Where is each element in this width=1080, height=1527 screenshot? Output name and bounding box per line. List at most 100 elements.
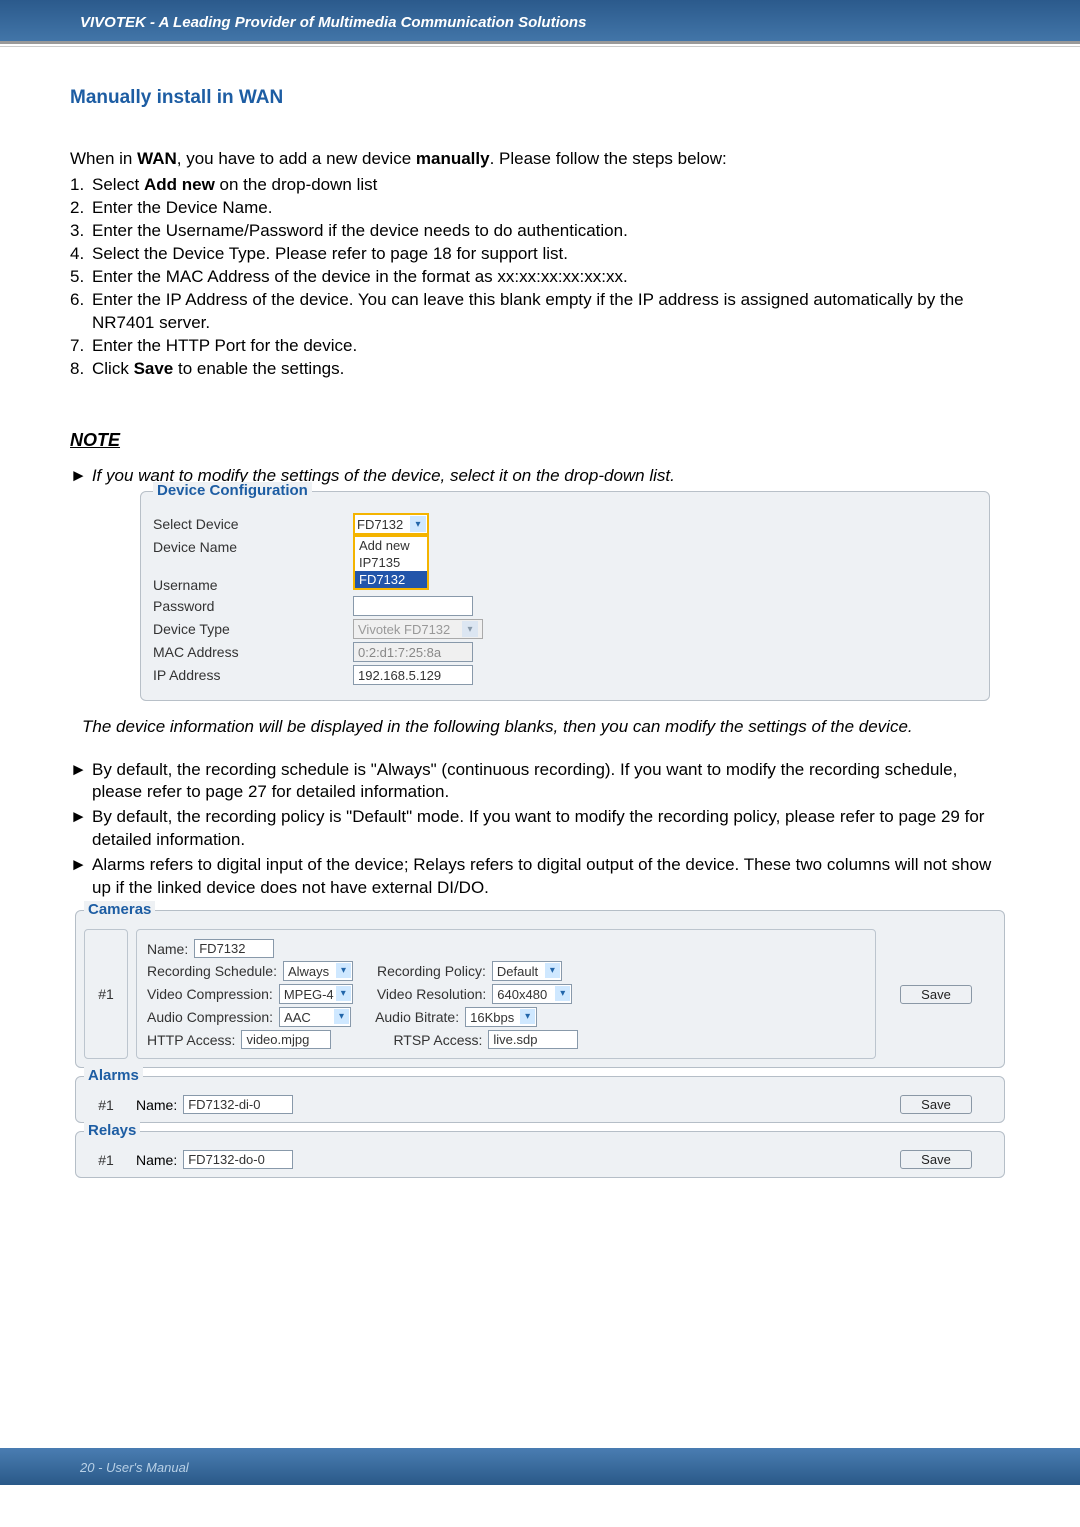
header-title: VIVOTEK - A Leading Provider of Multimed… [80, 14, 586, 31]
http-label: HTTP Access: [147, 1032, 235, 1048]
chevron-down-icon: ▾ [410, 516, 426, 532]
relay-name-input[interactable] [183, 1150, 293, 1169]
bullet-list: ►By default, the recording schedule is "… [70, 759, 1010, 901]
rtsp-label: RTSP Access: [393, 1032, 482, 1048]
alarm-name-input[interactable] [183, 1095, 293, 1114]
step-text: Enter the Device Name. [92, 197, 1010, 220]
step-1: 1.Select Add new on the drop-down list [70, 174, 1010, 197]
step-num: 2. [70, 197, 92, 220]
camera-save-button[interactable]: Save [900, 985, 972, 1004]
select-value: Vivotek FD7132 [358, 622, 450, 637]
select-device-dropdown[interactable]: FD7132 ▾ Add new IP7135 FD7132 [353, 513, 429, 535]
intro-wan: WAN [137, 149, 177, 168]
rec-policy-select[interactable]: Default▾ [492, 961, 562, 981]
row-device-name: Device Name [153, 539, 977, 555]
chevron-down-icon: ▾ [334, 1009, 349, 1024]
row-ip: IP Address [153, 665, 977, 685]
ip-input[interactable] [353, 665, 473, 685]
row-mac: MAC Address [153, 642, 977, 662]
dropdown-option[interactable]: IP7135 [355, 554, 427, 571]
rtsp-access-input[interactable] [488, 1030, 578, 1049]
aud-comp-select[interactable]: AAC▾ [279, 1007, 351, 1027]
chevron-down-icon: ▾ [336, 963, 351, 978]
row-select-device: Select Device FD7132 ▾ Add new IP7135 FD… [153, 513, 977, 535]
label: Select Device [153, 516, 353, 532]
panel-legend: Device Configuration [153, 482, 312, 499]
step-4: 4.Select the Device Type. Please refer t… [70, 243, 1010, 266]
camera-name-input[interactable] [194, 939, 274, 958]
bullet-text: By default, the recording policy is "Def… [92, 806, 1010, 852]
arrow-icon: ► [70, 759, 92, 805]
step-num: 5. [70, 266, 92, 289]
aud-comp-label: Audio Compression: [147, 1009, 273, 1025]
chevron-down-icon: ▾ [520, 1009, 535, 1024]
step-text: Enter the HTTP Port for the device. [92, 335, 1010, 358]
note-heading: NOTE [70, 430, 1010, 451]
intro-manually: manually [416, 149, 490, 168]
panel-legend: Relays [84, 1122, 140, 1139]
bullet-text: By default, the recording schedule is "A… [92, 759, 1010, 805]
arrow-icon: ► [70, 466, 87, 485]
bullet-text: Alarms refers to digital input of the de… [92, 854, 1010, 900]
label: Username [153, 577, 353, 593]
label: MAC Address [153, 644, 353, 660]
intro-text: When in [70, 149, 137, 168]
panel-legend: Cameras [84, 901, 155, 918]
name-label: Name: [136, 1097, 177, 1113]
intro-suffix: . Please follow the steps below: [490, 149, 727, 168]
header-band: VIVOTEK - A Leading Provider of Multimed… [0, 0, 1080, 44]
relays-panel: Relays #1 Name: Save [75, 1131, 1005, 1178]
step-text: Click Save to enable the settings. [92, 358, 1010, 381]
step-num: 3. [70, 220, 92, 243]
step-num: 1. [70, 174, 92, 197]
vid-res-select[interactable]: 640x480▾ [492, 984, 572, 1004]
steps-list: 1.Select Add new on the drop-down list 2… [70, 174, 1010, 380]
http-access-input[interactable] [241, 1030, 331, 1049]
row-username: Username [153, 577, 977, 593]
chevron-down-icon: ▾ [462, 621, 478, 637]
footer-band: 20 - User's Manual [0, 1448, 1080, 1485]
row-password: Password [153, 596, 977, 616]
step-text: Select Add new on the drop-down list [92, 174, 1010, 197]
alarm-save-button[interactable]: Save [900, 1095, 972, 1114]
chevron-down-icon: ▾ [336, 986, 351, 1001]
vid-comp-select[interactable]: MPEG-4▾ [279, 984, 353, 1004]
dropdown-option-selected[interactable]: FD7132 [355, 571, 427, 588]
chevron-down-icon: ▾ [545, 963, 560, 978]
relay-save-button[interactable]: Save [900, 1150, 972, 1169]
password-input[interactable] [353, 596, 473, 616]
cameras-panel: Cameras #1 Name: Recording Schedule: Alw… [75, 910, 1005, 1068]
step-text: Enter the Username/Password if the devic… [92, 220, 1010, 243]
mac-input[interactable] [353, 642, 473, 662]
panel-legend: Alarms [84, 1067, 143, 1084]
camera-props: Name: Recording Schedule: Always▾ Record… [136, 929, 876, 1059]
page-content: Manually install in WAN When in WAN, you… [0, 87, 1080, 1178]
aud-bitrate-select[interactable]: 16Kbps▾ [465, 1007, 537, 1027]
alarms-panel: Alarms #1 Name: Save [75, 1076, 1005, 1123]
device-config-panel: Device Configuration Select Device FD713… [140, 491, 990, 701]
step-num: 4. [70, 243, 92, 266]
row-device-type: Device Type Vivotek FD7132 ▾ [153, 619, 977, 639]
relay-index: #1 [84, 1150, 128, 1169]
aud-bitrate-label: Audio Bitrate: [375, 1009, 459, 1025]
step-num: 7. [70, 335, 92, 358]
alarm-index: #1 [84, 1095, 128, 1114]
dropdown-option[interactable]: Add new [355, 537, 427, 554]
step-7: 7.Enter the HTTP Port for the device. [70, 335, 1010, 358]
rec-sched-select[interactable]: Always▾ [283, 961, 353, 981]
vid-comp-label: Video Compression: [147, 986, 273, 1002]
step-5: 5.Enter the MAC Address of the device in… [70, 266, 1010, 289]
name-label: Name: [136, 1152, 177, 1168]
step-text: Select the Device Type. Please refer to … [92, 243, 1010, 266]
step-text: Enter the IP Address of the device. You … [92, 289, 1010, 335]
label: Password [153, 598, 353, 614]
rec-sched-label: Recording Schedule: [147, 963, 277, 979]
label: Device Name [153, 539, 353, 555]
arrow-icon: ► [70, 854, 92, 900]
device-type-select[interactable]: Vivotek FD7132 ▾ [353, 619, 483, 639]
footer-text: 20 - User's Manual [80, 1460, 189, 1475]
intro-line: When in WAN, you have to add a new devic… [70, 149, 1010, 169]
chevron-down-icon: ▾ [555, 986, 570, 1001]
vid-res-label: Video Resolution: [377, 986, 486, 1002]
intro-mid: , you have to add a new device [177, 149, 416, 168]
